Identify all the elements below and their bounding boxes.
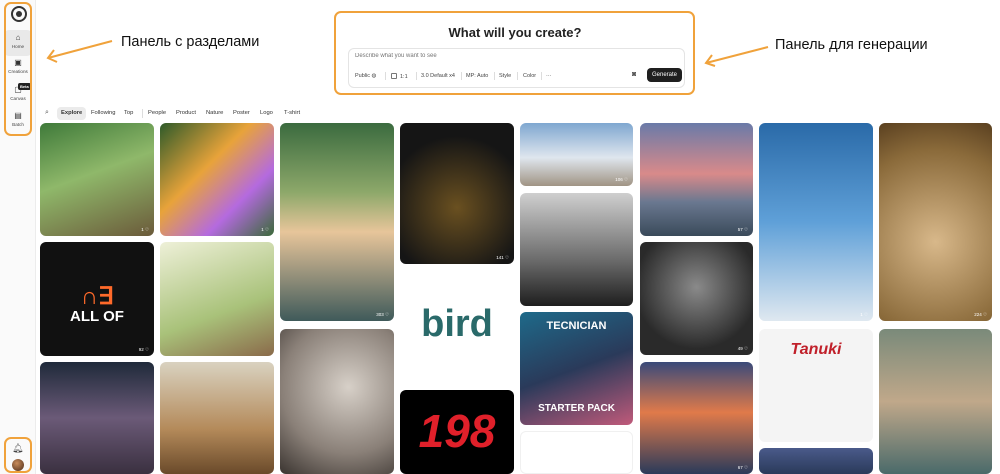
- tile-text: 198: [418, 405, 496, 457]
- prompt-box: Public ◍ 1:1 3.0 Default x4 MP: Auto Sty…: [348, 48, 685, 88]
- tile-text: TECNICIAN: [546, 320, 607, 332]
- gallery-tile[interactable]: [520, 431, 633, 474]
- ratio-label: 1:1: [400, 74, 408, 80]
- tab-product[interactable]: Product: [172, 107, 200, 120]
- color-selector[interactable]: Color: [523, 73, 536, 79]
- gallery-tile[interactable]: bird: [400, 271, 514, 384]
- tab-tshirt[interactable]: T-shirt: [280, 107, 304, 120]
- more-options-button[interactable]: ···: [546, 73, 552, 79]
- tab-top[interactable]: Top: [120, 107, 137, 120]
- tab-logo[interactable]: Logo: [256, 107, 277, 120]
- style-selector[interactable]: Style: [499, 73, 511, 79]
- like-count: 57 ♡: [737, 227, 748, 232]
- gallery-tile[interactable]: 141 ♡: [400, 123, 514, 264]
- gallery-tile[interactable]: [520, 193, 633, 306]
- gallery-tile[interactable]: 67 ♡: [640, 362, 753, 474]
- globe-icon: ◍: [371, 73, 377, 79]
- like-count: 1 ♡: [860, 312, 868, 317]
- gallery-tile[interactable]: 1 ♡: [160, 123, 274, 236]
- search-icon[interactable]: ⌕: [45, 109, 49, 117]
- tab-nature[interactable]: Nature: [202, 107, 227, 120]
- generator-annotation-label: Панель для генерации: [775, 37, 928, 53]
- right-arrow-icon: [704, 46, 769, 67]
- sidebar-highlight: [4, 2, 32, 136]
- gallery-tile[interactable]: [40, 362, 154, 474]
- mp-value: Auto: [477, 73, 489, 79]
- model-selector[interactable]: 3.0 Default x4: [421, 73, 455, 79]
- gallery-tile[interactable]: 106 ♡: [520, 123, 633, 186]
- tile-text: ALL OF: [70, 308, 124, 325]
- tab-poster[interactable]: Poster: [229, 107, 254, 120]
- gallery-tile[interactable]: TECNICIAN STARTER PACK: [520, 312, 633, 425]
- like-count: 106 ♡: [615, 177, 628, 182]
- mp-label: MP:: [466, 73, 476, 79]
- option-divider: [494, 72, 495, 80]
- like-count: 224 ♡: [974, 312, 987, 317]
- gallery-tile[interactable]: Tanuki: [759, 329, 873, 442]
- user-highlight: [4, 437, 32, 473]
- prompt-input[interactable]: [355, 53, 675, 59]
- tile-text: bird: [421, 303, 493, 345]
- option-divider: [461, 72, 462, 80]
- like-count: 92 ♡: [138, 347, 149, 352]
- gallery-tile[interactable]: 198: [400, 390, 514, 474]
- tab-following[interactable]: Following: [87, 107, 120, 120]
- gallery-tile[interactable]: 1 ♡: [40, 123, 154, 236]
- gallery-tile[interactable]: [160, 242, 274, 356]
- gallery-tile[interactable]: [160, 362, 274, 474]
- like-count: 303 ♡: [376, 312, 389, 317]
- like-count: 49 ♡: [737, 346, 748, 351]
- option-divider: [416, 72, 417, 80]
- generate-button[interactable]: Generate: [647, 68, 682, 82]
- like-count: 67 ♡: [737, 465, 748, 470]
- like-count: 1 ♡: [141, 227, 149, 232]
- gallery-tile[interactable]: [280, 329, 394, 474]
- like-count: 1 ♡: [261, 227, 269, 232]
- sidebar-annotation-label: Панель с разделами: [121, 34, 260, 50]
- generator-title: What will you create?: [448, 25, 582, 40]
- gallery-tile[interactable]: 57 ♡: [640, 123, 753, 236]
- gallery-tile[interactable]: 49 ♡: [640, 242, 753, 355]
- option-divider: [385, 72, 386, 80]
- ratio-selector[interactable]: 1:1: [391, 73, 408, 80]
- gallery-tile[interactable]: ∩∃ ALL OF 92 ♡: [40, 242, 154, 356]
- ratio-icon: [391, 73, 397, 79]
- visibility-label: Public: [355, 73, 370, 79]
- visibility-toggle[interactable]: Public ◍: [355, 73, 376, 79]
- gallery-tile[interactable]: 303 ♡: [280, 123, 394, 321]
- left-arrow-icon: [46, 40, 113, 63]
- tab-people[interactable]: People: [144, 107, 170, 120]
- tile-text: Tanuki: [790, 341, 842, 358]
- option-divider: [541, 72, 542, 80]
- gallery-tile[interactable]: [759, 448, 873, 474]
- like-count: 141 ♡: [496, 255, 509, 260]
- gallery-tile[interactable]: 224 ♡: [879, 123, 992, 321]
- tab-explore[interactable]: Explore: [57, 107, 87, 120]
- gallery-tile[interactable]: 1 ♡: [759, 123, 873, 321]
- mp-selector[interactable]: MP: Auto: [466, 73, 488, 79]
- tab-divider: [142, 109, 143, 118]
- gallery-tile[interactable]: [879, 329, 992, 474]
- image-upload-icon[interactable]: ◙: [632, 71, 636, 78]
- option-divider: [517, 72, 518, 80]
- tile-text: STARTER PACK: [538, 403, 615, 414]
